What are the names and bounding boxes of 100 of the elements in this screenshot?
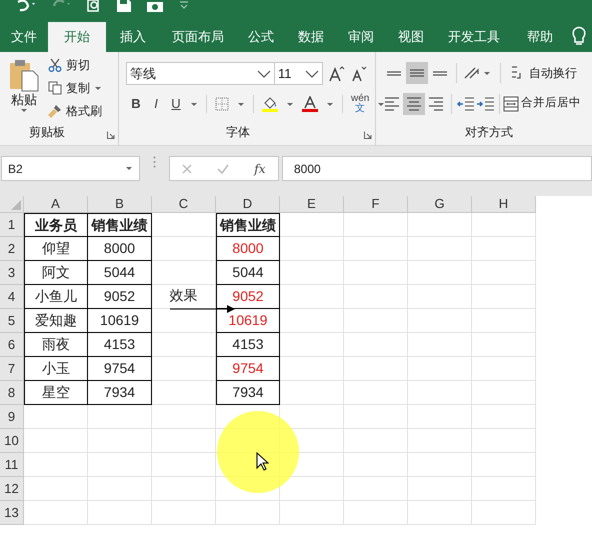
table-cell: 8000 [216,237,280,261]
align-middle-button[interactable] [406,62,428,84]
ribbon-tab[interactable]: 审阅 [336,22,386,52]
ribbon-tab[interactable]: 开始 [48,22,106,52]
group-label: 剪贴板 [29,124,65,141]
row-header[interactable]: 7 [0,357,24,381]
chevron-icon[interactable] [305,70,319,78]
column-header[interactable]: F [344,196,408,213]
column-header[interactable]: H [472,196,536,213]
merge-cells-icon[interactable] [503,96,519,112]
column-header[interactable]: A [24,196,88,213]
insert-function-button[interactable]: fx [254,160,266,178]
align-center-button[interactable] [403,93,425,115]
font-size-field[interactable]: 11 [275,62,323,85]
caret-icon[interactable] [286,102,294,106]
empty-cell [152,237,216,261]
caret-icon[interactable] [125,166,133,171]
ribbon-tab[interactable]: 视图 [386,22,436,52]
save-icon[interactable] [116,0,132,12]
row-header[interactable]: 6 [0,333,24,357]
italic-button[interactable]: I [150,94,162,114]
row-header[interactable]: 9 [0,405,24,429]
underline-button[interactable]: U [170,94,182,114]
empty-cell [152,333,216,357]
clipboard-action[interactable]: 复制 [66,79,90,97]
ribbon-tab[interactable]: 页面布局 [160,22,236,52]
table-cell: 9052 [88,285,152,309]
row-header[interactable]: 10 [0,429,24,453]
decrease-indent-icon[interactable] [456,95,476,113]
caret-icon[interactable] [20,108,28,113]
caret-icon[interactable] [190,102,198,106]
caret-icon[interactable] [94,86,102,90]
caret-icon[interactable] [377,102,386,106]
empty-cell [408,333,472,357]
row-header[interactable]: 4 [0,285,24,309]
increase-indent-icon[interactable] [476,95,496,113]
borders-icon[interactable] [215,97,229,111]
empty-cell [408,405,472,429]
phonetic-button[interactable]: wén 文 [351,94,370,114]
drag-handle-icon[interactable] [153,156,156,168]
merge-center-button[interactable]: 合并后居中 [521,95,581,113]
table-cell: 10619 [88,309,152,333]
bold-button[interactable]: B [130,94,142,114]
customize-toolbar-icon[interactable] [178,0,190,10]
ribbon-tab[interactable]: 开发工具 [436,22,512,52]
grow-font-icon[interactable] [329,66,345,82]
caret-icon[interactable] [483,70,491,76]
chevron-icon[interactable] [257,70,271,78]
row-header[interactable]: 11 [0,453,24,477]
empty-cell [152,429,216,453]
column-header[interactable]: B [88,196,152,213]
empty-cell [344,477,408,501]
align-top-icon [387,70,401,76]
empty-cell [152,357,216,381]
font-color-icon[interactable] [302,96,318,112]
fill-color-icon[interactable] [262,96,278,112]
row-header[interactable]: 2 [0,237,24,261]
empty-cell [408,237,472,261]
copy-icon[interactable] [48,81,62,95]
empty-cell [472,381,536,405]
wrap-text-button[interactable]: 自动换行 [529,64,577,82]
font-name-field[interactable]: 等线 [126,62,275,85]
shrink-font-icon[interactable] [351,66,367,82]
dialog-launcher-icon[interactable] [364,131,372,139]
ribbon-tab[interactable]: 插入 [106,22,160,52]
row-header[interactable]: 1 [0,213,24,237]
column-header[interactable]: E [280,196,344,213]
table-cell: 8000 [88,237,152,261]
print-preview-icon[interactable] [86,0,102,12]
clipboard-action[interactable]: 格式刷 [66,102,102,120]
caret-icon[interactable] [326,102,334,106]
table-cell: 销售业绩 [216,213,280,237]
row-header[interactable]: 12 [0,477,24,501]
caret-icon[interactable] [237,102,245,106]
formula-field[interactable]: 8000 [282,156,592,181]
empty-cell [408,285,472,309]
column-header[interactable]: G [408,196,472,213]
name-box[interactable]: B2 [1,156,140,181]
paintbrush-icon[interactable] [48,104,62,118]
lightbulb-icon[interactable] [572,26,586,46]
column-header[interactable]: C [152,196,216,213]
row-header[interactable]: 5 [0,309,24,333]
camera-icon[interactable] [146,0,164,12]
clipboard-action[interactable]: 剪切 [66,56,90,74]
empty-cell [152,381,216,405]
paste-label[interactable]: 粘贴 [11,92,37,108]
row-header[interactable]: 8 [0,381,24,405]
clipboard-icon[interactable] [8,58,40,92]
table-cell: 业务员 [24,213,88,237]
dialog-launcher-icon[interactable] [107,131,115,139]
empty-cell [344,453,408,477]
column-header[interactable]: D [216,196,280,213]
row-header[interactable]: 3 [0,261,24,285]
ribbon-tab[interactable]: 帮助 [512,22,568,52]
ribbon-tab[interactable]: 数据 [286,22,336,52]
row-header[interactable]: 13 [0,501,24,525]
ribbon-tab[interactable]: 公式 [236,22,286,52]
scissors-icon[interactable] [48,58,62,72]
ribbon-tab[interactable]: 文件 [0,22,48,52]
checkmark-icon[interactable] [217,164,230,174]
